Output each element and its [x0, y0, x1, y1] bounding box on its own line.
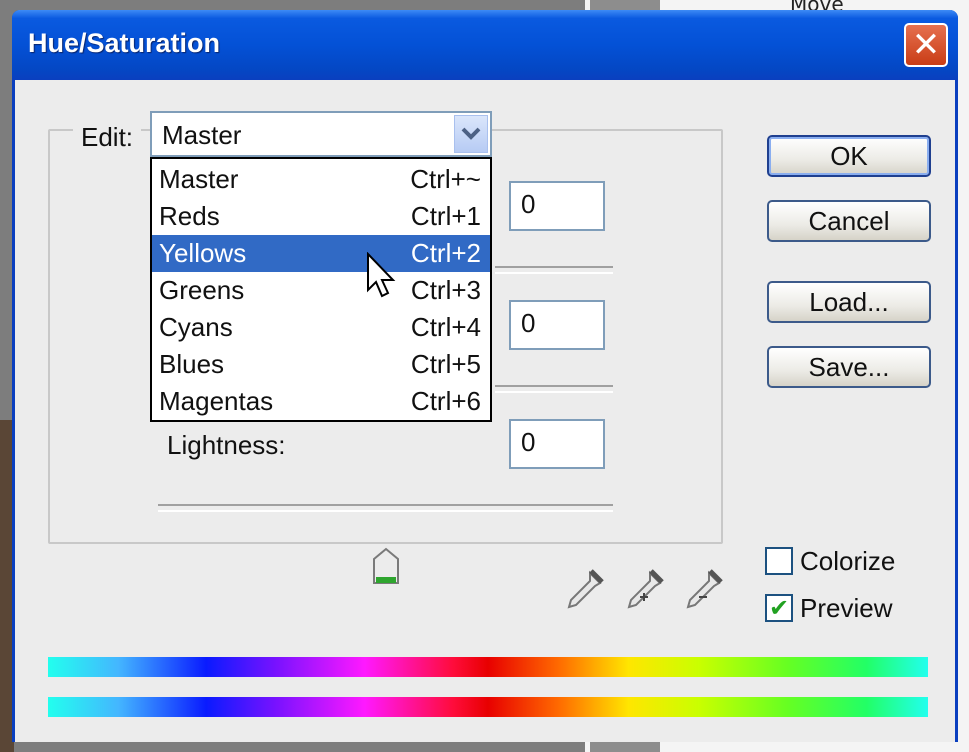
dropdown-item-reds[interactable]: Reds Ctrl+1 [152, 198, 490, 235]
dropdown-item-shortcut: Ctrl+4 [410, 312, 481, 342]
dropdown-item-shortcut: Ctrl+5 [410, 349, 481, 379]
hue-value-field[interactable]: 0 [509, 181, 605, 231]
dropdown-item-shortcut: Ctrl+3 [410, 275, 481, 305]
load-button[interactable]: Load... [767, 281, 931, 323]
dropdown-item-name: Cyans [159, 312, 233, 342]
dropdown-item-shortcut: Ctrl+2 [410, 238, 481, 268]
dropdown-item-cyans[interactable]: Cyans Ctrl+4 [152, 309, 490, 346]
hue-slider-track[interactable] [495, 266, 613, 274]
lightness-slider-thumb[interactable] [371, 547, 401, 587]
edit-label: Edit: [73, 122, 142, 153]
dialog-body: Edit: Master Master Ctrl+~ Reds Ctrl+1 Y… [15, 80, 955, 742]
title-bar[interactable]: Hue/Saturation ✕ [12, 10, 958, 80]
close-button[interactable]: ✕ [904, 23, 948, 67]
dropdown-item-name: Magentas [159, 386, 274, 416]
saturation-value-field[interactable]: 0 [509, 300, 605, 350]
ok-button[interactable]: OK [767, 135, 931, 177]
dropdown-item-name: Yellows [159, 238, 247, 268]
cancel-button[interactable]: Cancel [767, 200, 931, 242]
lightness-value-field[interactable]: 0 [509, 419, 605, 469]
eyedropper-icon[interactable] [562, 567, 606, 611]
dropdown-item-name: Master [159, 164, 239, 194]
dropdown-item-blues[interactable]: Blues Ctrl+5 [152, 346, 490, 383]
dropdown-item-shortcut: Ctrl+~ [410, 164, 481, 194]
edit-dropdown-list: Master Ctrl+~ Reds Ctrl+1 Yellows Ctrl+2… [150, 157, 492, 422]
hue-saturation-dialog: Hue/Saturation ✕ Edit: Master Master Ctr… [12, 10, 958, 742]
dropdown-item-name: Greens [159, 275, 245, 305]
edit-select-value: Master [162, 120, 242, 150]
close-icon: ✕ [911, 25, 941, 65]
save-button[interactable]: Save... [767, 346, 931, 388]
dropdown-button[interactable] [454, 115, 488, 153]
colorize-label: Colorize [800, 546, 896, 576]
dropdown-item-name: Blues [159, 349, 225, 379]
dialog-title: Hue/Saturation [28, 28, 221, 58]
dropdown-item-shortcut: Ctrl+6 [410, 386, 481, 416]
lightness-label: Lightness: [167, 430, 286, 460]
saturation-slider-track[interactable] [495, 385, 613, 393]
eyedropper-plus-icon[interactable] [622, 567, 666, 611]
checkmark-icon: ✔ [768, 594, 790, 622]
eyedropper-minus-icon[interactable] [681, 567, 725, 611]
lightness-slider-track[interactable] [158, 504, 613, 512]
preview-checkbox[interactable]: ✔ [765, 594, 793, 622]
dropdown-chevron-icon [461, 127, 481, 140]
colorize-checkbox[interactable] [765, 547, 793, 575]
dropdown-item-greens[interactable]: Greens Ctrl+3 [152, 272, 490, 309]
dropdown-item-shortcut: Ctrl+1 [410, 201, 481, 231]
dropdown-item-name: Reds [159, 201, 220, 231]
input-color-spectrum [48, 657, 928, 677]
mouse-pointer-icon [367, 252, 396, 298]
preview-label: Preview [800, 593, 893, 623]
edit-select[interactable]: Master [150, 111, 492, 157]
output-color-spectrum [48, 697, 928, 717]
dropdown-item-master[interactable]: Master Ctrl+~ [152, 161, 490, 198]
dropdown-item-yellows[interactable]: Yellows Ctrl+2 [152, 235, 490, 272]
dropdown-item-magentas[interactable]: Magentas Ctrl+6 [152, 383, 490, 420]
